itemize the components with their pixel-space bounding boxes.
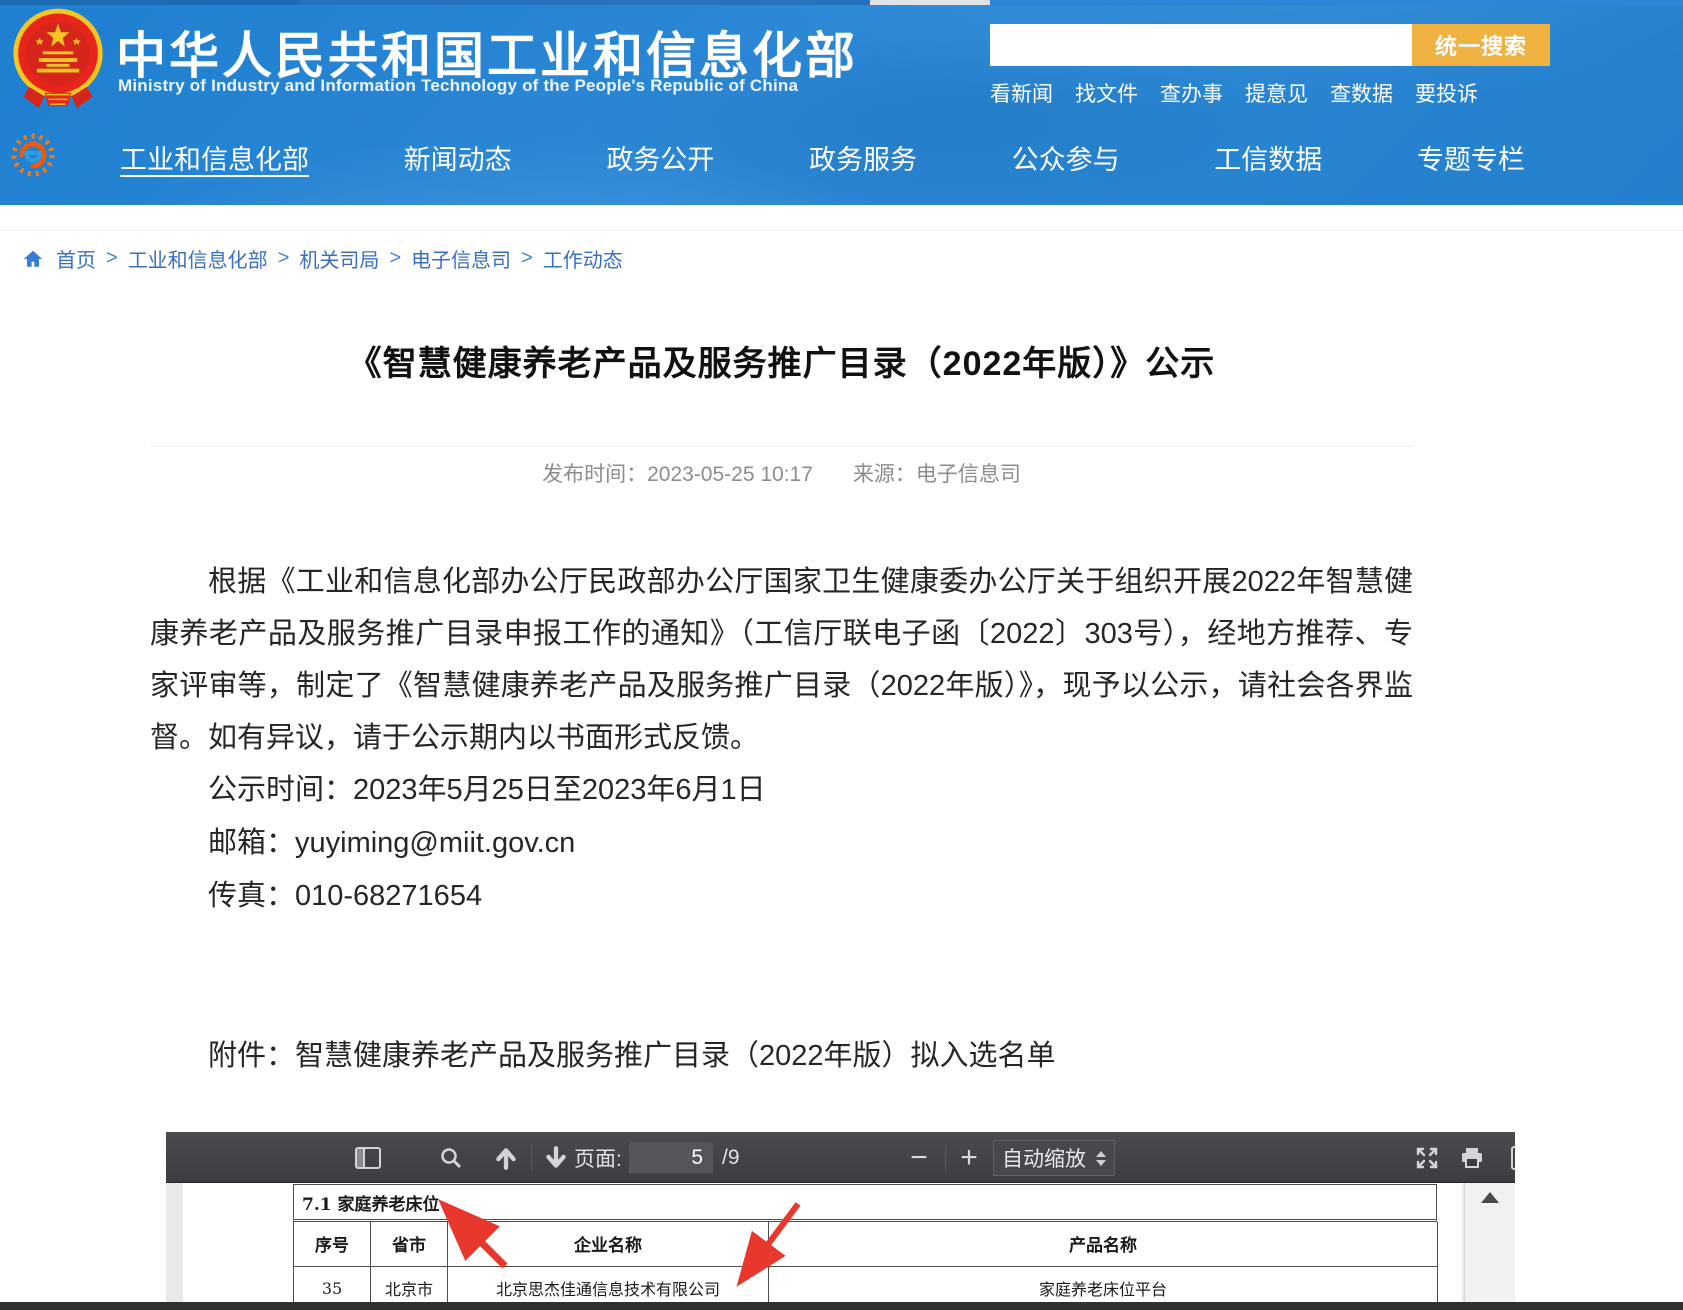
breadcrumb-electronic-info[interactable]: 电子信息司 xyxy=(411,244,511,273)
nav-item-gov-open[interactable]: 政务公开 xyxy=(606,138,714,177)
nav-item-participation[interactable]: 公众参与 xyxy=(1012,138,1120,177)
next-page-button[interactable] xyxy=(538,1132,574,1183)
breadcrumb-separator: > xyxy=(106,247,118,270)
national-emblem xyxy=(10,6,106,116)
title-divider xyxy=(150,446,1413,447)
page-number-input[interactable] xyxy=(628,1141,714,1174)
pdf-section-title: 7.1 家庭养老床位 xyxy=(293,1184,1437,1222)
home-icon[interactable] xyxy=(22,248,44,270)
unified-search-button[interactable]: 统一搜索 xyxy=(1412,24,1550,66)
print-button[interactable] xyxy=(1454,1132,1490,1183)
zoom-mode-select[interactable]: 自动缩放 xyxy=(993,1140,1115,1176)
download-button[interactable] xyxy=(1502,1132,1515,1183)
search-box: 统一搜索 xyxy=(990,24,1550,66)
breadcrumb-separator: > xyxy=(389,247,401,270)
gov-site-logo-icon xyxy=(10,132,56,178)
breadcrumb-work-updates[interactable]: 工作动态 xyxy=(543,244,623,273)
select-arrows-icon xyxy=(1096,1151,1106,1166)
pdf-content-area: 7.1 家庭养老床位 序号 省市 企业名称 产品名称 35 北京市 北京思杰佳通… xyxy=(166,1183,1515,1310)
sidebar-toggle-button[interactable] xyxy=(351,1132,385,1183)
pdf-table: 序号 省市 企业名称 产品名称 35 北京市 北京思杰佳通信息技术有限公司 家庭… xyxy=(293,1222,1438,1310)
site-subtitle: Ministry of Industry and Information Tec… xyxy=(118,76,798,96)
page-title: 《智慧健康养老产品及服务推广目录（2022年版）》公示 xyxy=(150,336,1413,385)
source-label: 来源： xyxy=(853,463,916,486)
quick-links: 看新闻 找文件 查办事 提意见 查数据 要投诉 xyxy=(990,78,1550,108)
main-nav: 工业和信息化部 新闻动态 政务公开 政务服务 公众参与 工信数据 专题专栏 xyxy=(120,138,1525,177)
article-meta: 发布时间：2023-05-25 10:17 来源：电子信息司 xyxy=(150,458,1413,488)
quick-link-files[interactable]: 找文件 xyxy=(1075,78,1138,108)
previous-page-button[interactable] xyxy=(488,1132,524,1183)
breadcrumb-separator: > xyxy=(278,247,290,270)
breadcrumb: 首页 > 工业和信息化部 > 机关司局 > 电子信息司 > 工作动态 xyxy=(22,244,623,273)
col-header-product: 产品名称 xyxy=(769,1222,1438,1266)
breadcrumb-divider xyxy=(0,230,1683,231)
zoom-mode-value: 自动缩放 xyxy=(1002,1143,1086,1173)
col-header-index: 序号 xyxy=(294,1222,371,1266)
nav-item-topics[interactable]: 专题专栏 xyxy=(1417,138,1525,177)
publish-time-value: 2023-05-25 10:17 xyxy=(647,463,813,486)
source-value: 电子信息司 xyxy=(916,463,1021,486)
site-header: 中华人民共和国工业和信息化部 Ministry of Industry and … xyxy=(0,0,1683,205)
table-header-row: 序号 省市 企业名称 产品名称 xyxy=(294,1222,1438,1266)
pdf-toolbar: 页面: /9 − + 自动缩放 » xyxy=(166,1132,1515,1183)
breadcrumb-miit[interactable]: 工业和信息化部 xyxy=(128,244,268,273)
article-contact-lines: 公示时间：2023年5月25日至2023年6月1日 邮箱：yuyiming@mi… xyxy=(150,764,1413,923)
page-label: 页面: xyxy=(574,1132,622,1183)
quick-link-news[interactable]: 看新闻 xyxy=(990,78,1053,108)
pdf-scrollbar[interactable] xyxy=(1464,1183,1515,1310)
article-body: 根据《工业和信息化部办公厅民政部办公厅国家卫生健康委办公厅关于组织开展2022年… xyxy=(150,556,1413,764)
attachment-line[interactable]: 附件：智慧健康养老产品及服务推广目录（2022年版）拟入选名单 xyxy=(150,1030,1413,1082)
col-header-company: 企业名称 xyxy=(448,1222,769,1266)
page-total: /9 xyxy=(722,1132,740,1183)
email-line: 邮箱：yuyiming@miit.gov.cn xyxy=(150,817,1413,870)
pdf-document: 7.1 家庭养老床位 序号 省市 企业名称 产品名称 35 北京市 北京思杰佳通… xyxy=(293,1184,1437,1310)
bottom-edge-strip xyxy=(0,1302,1683,1310)
toolbar-separator xyxy=(945,1144,946,1171)
nav-item-data[interactable]: 工信数据 xyxy=(1214,138,1322,177)
search-input[interactable] xyxy=(990,24,1412,66)
zoom-in-button[interactable]: + xyxy=(952,1132,986,1183)
notice-period-line: 公示时间：2023年5月25日至2023年6月1日 xyxy=(150,764,1413,817)
publish-time-label: 发布时间： xyxy=(542,463,647,486)
zoom-out-button[interactable]: − xyxy=(902,1132,936,1183)
article-paragraph: 根据《工业和信息化部办公厅民政部办公厅国家卫生健康委办公厅关于组织开展2022年… xyxy=(150,556,1413,764)
quick-link-complaint[interactable]: 要投诉 xyxy=(1415,78,1478,108)
quick-link-data[interactable]: 查数据 xyxy=(1330,78,1393,108)
quick-link-suggest[interactable]: 提意见 xyxy=(1245,78,1308,108)
nav-item-news[interactable]: 新闻动态 xyxy=(404,138,512,177)
nav-item-gov-service[interactable]: 政务服务 xyxy=(809,138,917,177)
top-edge-strip xyxy=(0,0,1683,5)
pdf-viewer: 页面: /9 − + 自动缩放 » xyxy=(166,1132,1515,1310)
quick-link-services[interactable]: 查办事 xyxy=(1160,78,1223,108)
scroll-up-arrow-icon[interactable] xyxy=(1481,1192,1499,1203)
presentation-mode-button[interactable] xyxy=(1409,1132,1445,1183)
breadcrumb-home[interactable]: 首页 xyxy=(56,244,96,273)
nav-item-miit[interactable]: 工业和信息化部 xyxy=(120,138,309,177)
fax-line: 传真：010-68271654 xyxy=(150,870,1413,923)
pdf-page: 7.1 家庭养老床位 序号 省市 企业名称 产品名称 35 北京市 北京思杰佳通… xyxy=(183,1183,1462,1310)
col-header-province: 省市 xyxy=(371,1222,448,1266)
breadcrumb-separator: > xyxy=(521,247,533,270)
toolbar-separator xyxy=(531,1144,532,1171)
search-document-button[interactable] xyxy=(434,1132,468,1183)
breadcrumb-departments[interactable]: 机关司局 xyxy=(299,244,379,273)
